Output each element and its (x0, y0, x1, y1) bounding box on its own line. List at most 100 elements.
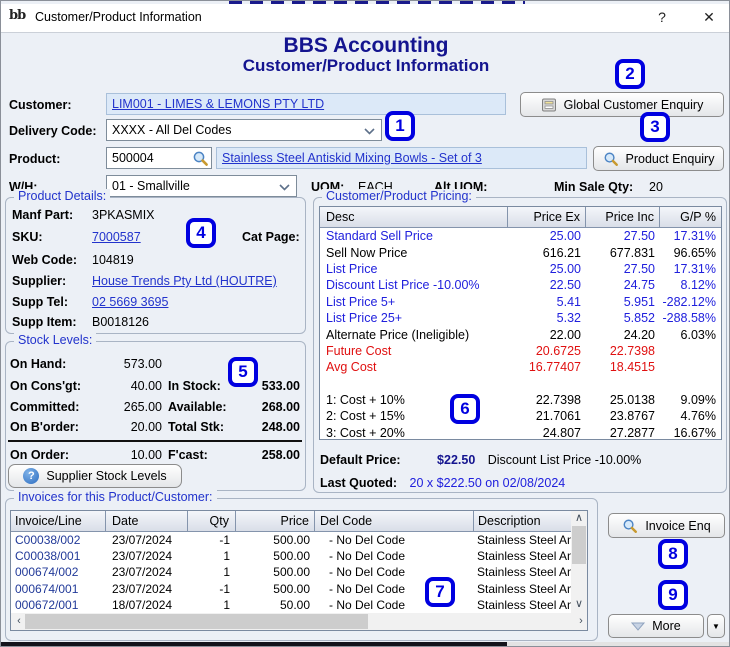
pricing-table-body: Standard Sell Price 25.00 27.50 17.31% Sell … (320, 228, 721, 440)
pricing-row[interactable]: 2: Cost + 15% 21.7061 23.8767 4.76% (320, 408, 721, 424)
pricing-row[interactable]: List Price 25.00 27.50 17.31% (320, 261, 721, 277)
invoice-row[interactable]: C00038/001 23/07/2024 1 500.00 - No Del Code… (11, 548, 587, 564)
pricing-cell: 25.00 (549, 229, 581, 244)
pricing-cell: 20.6725 (535, 343, 581, 358)
scroll-right-icon[interactable]: › (573, 614, 587, 630)
product-description-link[interactable]: Stainless Steel Antiskid Mixing Bowls - … (222, 151, 482, 165)
invoice-cell: Stainless Steel Antis (477, 533, 573, 548)
product-enquiry-label: Product Enquiry (625, 151, 715, 166)
scrollbar-thumb[interactable] (25, 614, 368, 629)
pricing-cell: 25.00 (549, 261, 581, 276)
invoice-enq-button[interactable]: Invoice Enq (608, 513, 725, 538)
scrollbar-thumb[interactable] (572, 526, 586, 564)
invoice-cell: - No Del Code (329, 549, 406, 564)
more-label: More (652, 619, 681, 633)
pricing-cell: 3: Cost + 20% (326, 425, 405, 440)
annotation-badge-1: 1 (385, 111, 415, 141)
supp-tel-label: Supp Tel: (12, 295, 69, 309)
stock-value: 40.00 (130, 379, 162, 393)
column-header: Price Ex (508, 207, 586, 227)
invoice-cell: 000672/001 (15, 597, 79, 612)
invoice-cell: 1 (223, 549, 230, 564)
invoice-cell: Stainless Steel Antis (477, 549, 573, 564)
titlebar[interactable]: bb Customer/Product Information ? ✕ (1, 4, 729, 33)
invoice-cell: 500.00 (273, 565, 310, 580)
customer-field[interactable]: LIM001 - LIMES & LEMONS PTY LTD (106, 93, 506, 115)
pricing-row[interactable]: Standard Sell Price 25.00 27.50 17.31% (320, 228, 721, 244)
invoice-cell: 50.00 (279, 597, 310, 612)
pricing-row[interactable]: List Price 25+ 5.32 5.852 -288.58% (320, 310, 721, 326)
help-button[interactable]: ? (651, 9, 673, 25)
product-description-field[interactable]: Stainless Steel Antiskid Mixing Bowls - … (216, 147, 587, 169)
scroll-down-icon[interactable]: ∨ (571, 597, 587, 613)
pricing-cell: Future Cost (326, 343, 392, 358)
invoice-cell: Stainless Steel Antis (477, 597, 573, 612)
pricing-row[interactable]: List Price 5+ 5.41 5.951 -282.12% (320, 294, 721, 310)
sku-label: SKU: (12, 230, 43, 244)
invoices-horizontal-scrollbar[interactable]: ‹ › (11, 613, 587, 630)
invoice-enq-label: Invoice Enq (645, 518, 711, 533)
global-customer-enquiry-button[interactable]: Global Customer Enquiry (520, 92, 724, 117)
supp-tel-link[interactable]: 02 5669 3695 (92, 295, 168, 309)
product-code-input[interactable]: 500004 (106, 147, 212, 169)
annotation-badge-7: 7 (425, 577, 455, 607)
invoice-row[interactable]: C00038/002 23/07/2024 -1 500.00 - No Del Cod… (11, 532, 587, 548)
pricing-cell: 18.4515 (609, 360, 655, 375)
pricing-row[interactable]: Avg Cost 16.77407 18.4515 (320, 359, 721, 375)
pricing-row[interactable]: Future Cost 20.6725 22.7398 (320, 343, 721, 359)
pricing-row[interactable]: 3: Cost + 20% 24.807 27.2877 16.67% (320, 425, 721, 440)
delivery-code-select[interactable]: XXXX - All Del Codes (106, 119, 382, 141)
chevron-down-icon (279, 184, 290, 191)
invoice-row[interactable]: 000672/001 18/07/2024 1 50.00- No Del Code S… (11, 597, 587, 613)
supplier-link[interactable]: House Trends Pty Ltd (HOUTRE) (92, 274, 277, 288)
invoice-row[interactable]: 000674/001 23/07/2024 -1 500.00- No Del Cod… (11, 581, 587, 597)
question-icon: ? (23, 468, 40, 484)
pricing-cell: 27.50 (623, 261, 655, 276)
product-details-group: Product Details: Manf Part: 3PKASMIX SKU… (5, 189, 306, 334)
pricing-row[interactable]: 1: Cost + 10% 22.7398 25.0138 9.09% (320, 392, 721, 408)
pricing-cell: 27.50 (623, 229, 655, 244)
invoice-cell: 18/07/2024 (112, 597, 173, 612)
more-button[interactable]: More (608, 614, 704, 638)
pricing-cell: 17.31% (673, 229, 716, 244)
invoices-title: Invoices for this Product/Customer: (14, 490, 217, 504)
pricing-cell: 5.41 (556, 294, 581, 309)
invoices-table: Invoice/Line Date Qty Price Del Code Des… (10, 510, 588, 631)
stock-value: 10.00 (130, 448, 162, 462)
pricing-row[interactable]: Sell Now Price 616.21 677.831 96.65% (320, 244, 721, 260)
more-menu-button[interactable]: ▼ (707, 614, 725, 638)
pricing-table: Desc Price Ex Price Inc G/P % Standard S… (319, 206, 722, 440)
window-title: Customer/Product Information (35, 10, 202, 24)
invoice-cell: 500.00 (273, 533, 310, 548)
pricing-cell: Standard Sell Price (326, 229, 434, 244)
supp-item-value: B0018126 (92, 315, 150, 329)
supplier-stock-levels-button[interactable]: ? Supplier Stock Levels (8, 464, 182, 488)
invoice-cell: 23/07/2024 (112, 581, 173, 596)
search-icon[interactable] (192, 150, 209, 167)
close-button[interactable]: ✕ (697, 9, 721, 26)
pricing-row[interactable]: Discount List Price -10.00% 22.50 24.75 8.1… (320, 277, 721, 293)
pricing-cell: 23.8767 (609, 409, 655, 424)
web-code-label: Web Code: (12, 253, 78, 267)
scroll-up-icon[interactable]: ∧ (571, 511, 587, 527)
invoices-vertical-scrollbar[interactable]: ∧ ∨ (571, 511, 587, 613)
sku-link[interactable]: 7000587 (92, 230, 141, 244)
pricing-cell: 616.21 (542, 245, 581, 260)
menu-down-icon: ▼ (712, 621, 720, 631)
app-logo-icon: bb (9, 8, 26, 23)
product-enquiry-button[interactable]: Product Enquiry (593, 146, 724, 171)
pricing-cell: 5.32 (556, 311, 581, 326)
annotation-badge-3: 3 (640, 112, 670, 142)
pricing-row[interactable] (320, 376, 721, 392)
stock-label: On Hand: (10, 357, 67, 371)
last-quoted-label: Last Quoted: (320, 476, 398, 490)
invoice-row[interactable]: 000674/002 23/07/2024 1 500.00- No Del Code… (11, 564, 587, 580)
invoice-cell: 23/07/2024 (112, 565, 173, 580)
pricing-cell: 5.951 (623, 294, 655, 309)
invoices-table-body: C00038/002 23/07/2024 -1 500.00 - No Del Cod… (11, 532, 587, 613)
pricing-row[interactable]: Alternate Price (Ineligible) 22.00 24.20 6.… (320, 326, 721, 342)
default-price-note: Discount List Price -10.00% (487, 453, 642, 467)
customer-link[interactable]: LIM001 - LIMES & LEMONS PTY LTD (112, 97, 324, 111)
stock-value: 20.00 (130, 420, 162, 434)
warehouse-select[interactable]: 01 - Smallville (106, 175, 297, 197)
